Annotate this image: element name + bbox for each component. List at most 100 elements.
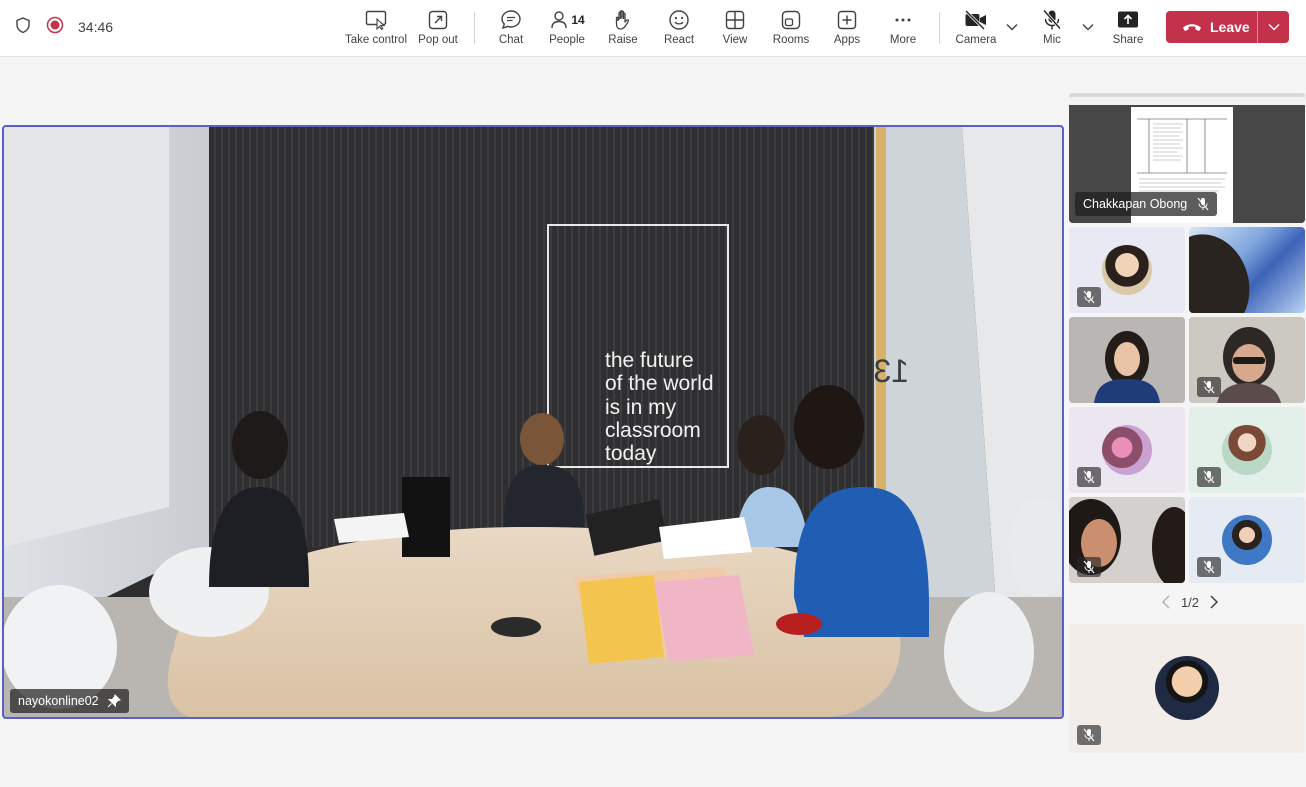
phone-hangup-icon: [1183, 24, 1201, 31]
react-icon: [668, 8, 690, 32]
participant-video: [1189, 234, 1250, 313]
more-button[interactable]: More: [884, 0, 922, 54]
participant-muted-badge: [1077, 287, 1101, 307]
people-icon: [551, 11, 568, 29]
gallery-pager: 1/2: [1150, 591, 1230, 613]
rooms-icon: [781, 8, 801, 32]
chat-label: Chat: [498, 34, 524, 46]
take-control-label: Take control: [345, 34, 408, 46]
apps-label: Apps: [833, 34, 861, 46]
pop-out-icon: [428, 8, 448, 32]
meeting-timer: 34:46: [78, 19, 114, 35]
participant-avatar: [1102, 425, 1152, 475]
participant-video: [1069, 317, 1185, 403]
mic-button[interactable]: Mic: [1034, 0, 1070, 54]
shared-screen-tile[interactable]: Chakkapan Obong: [1069, 93, 1305, 223]
glass-wall-number: 13: [873, 353, 909, 389]
participant-tile[interactable]: [1189, 227, 1305, 313]
camera-label: Camera: [955, 34, 997, 46]
toolbar-divider: [939, 12, 940, 44]
mic-off-icon: [1197, 197, 1209, 211]
mic-off-icon: [1203, 380, 1215, 394]
mic-off-icon: [1042, 8, 1062, 32]
camera-options-chevron-down-icon[interactable]: [1005, 20, 1019, 34]
mic-label: Mic: [1043, 34, 1061, 46]
chat-icon: [500, 8, 522, 32]
react-label: React: [663, 34, 695, 46]
shield-icon[interactable]: [14, 16, 32, 39]
wall-quote-line: classroom: [605, 419, 701, 442]
raise-hand-icon: [613, 8, 633, 32]
rooms-button[interactable]: Rooms: [770, 0, 812, 54]
next-page-chevron-right-icon[interactable]: [1209, 595, 1219, 609]
participant-tile[interactable]: [1069, 227, 1185, 313]
wall-quote-line: the future: [605, 349, 694, 372]
view-grid-icon: [725, 8, 745, 32]
wall-quote-line: of the world: [605, 372, 714, 395]
participant-avatar: [1102, 245, 1152, 295]
participant-muted-badge: [1197, 557, 1221, 577]
pop-out-label: Pop out: [418, 34, 458, 46]
mic-options-chevron-down-icon[interactable]: [1081, 20, 1095, 34]
participant-tile[interactable]: [1189, 497, 1305, 583]
take-control-icon: [365, 8, 387, 32]
share-label: Share: [1112, 34, 1144, 46]
meeting-status: 34:46: [14, 0, 113, 54]
participant-tile[interactable]: [1189, 317, 1305, 403]
mic-off-icon: [1083, 560, 1095, 574]
self-muted-badge: [1077, 725, 1101, 745]
raise-hand-button[interactable]: Raise: [604, 0, 642, 54]
react-button[interactable]: React: [660, 0, 698, 54]
participant-tile[interactable]: [1069, 317, 1185, 403]
previous-page-chevron-left-icon[interactable]: [1161, 595, 1171, 609]
shared-screen-name-tag: Chakkapan Obong: [1075, 192, 1218, 216]
toolbar-divider: [474, 12, 475, 44]
more-icon: [893, 8, 913, 32]
view-button[interactable]: View: [716, 0, 754, 54]
recording-icon: [46, 16, 64, 39]
apps-icon: [837, 8, 857, 32]
people-button[interactable]: 14 People: [545, 0, 589, 54]
wall-quote-line: today: [605, 442, 657, 465]
presenter-name: Chakkapan Obong: [1083, 197, 1188, 211]
more-label: More: [889, 34, 917, 46]
leave-button[interactable]: Leave: [1166, 11, 1289, 43]
wall-quote-line: is in my: [605, 396, 677, 419]
participant-tile[interactable]: [1189, 407, 1305, 493]
raise-label: Raise: [608, 34, 638, 46]
mic-off-icon: [1083, 728, 1095, 742]
camera-button[interactable]: Camera: [954, 0, 998, 54]
people-icon-group: 14: [549, 8, 585, 32]
meeting-toolbar: 34:46 Take control Pop out Chat 14 Peopl…: [0, 0, 1306, 57]
conference-room-video: the future of the world is in my classro…: [4, 127, 1062, 717]
participant-muted-badge: [1077, 557, 1101, 577]
camera-off-icon: [964, 8, 988, 32]
participant-muted-badge: [1197, 377, 1221, 397]
participant-tile[interactable]: [1069, 407, 1185, 493]
share-icon: [1117, 8, 1139, 32]
take-control-button[interactable]: Take control: [345, 0, 408, 54]
people-count: 14: [571, 13, 585, 27]
mic-off-icon: [1083, 290, 1095, 304]
participant-name: nayokonline02: [18, 694, 99, 708]
mic-off-icon: [1083, 470, 1095, 484]
participant-tile[interactable]: [1069, 497, 1185, 583]
self-avatar: [1155, 656, 1219, 720]
chat-button[interactable]: Chat: [491, 0, 531, 54]
participant-muted-badge: [1197, 467, 1221, 487]
rooms-label: Rooms: [772, 34, 810, 46]
participant-muted-badge: [1077, 467, 1101, 487]
participant-avatar: [1222, 425, 1272, 475]
pop-out-button[interactable]: Pop out: [416, 0, 460, 54]
mic-off-icon: [1203, 470, 1215, 484]
participant-avatar: [1222, 515, 1272, 565]
main-video-stage[interactable]: the future of the world is in my classro…: [2, 125, 1064, 719]
leave-options-chevron-down-icon[interactable]: [1258, 11, 1289, 43]
pin-icon[interactable]: [107, 694, 121, 708]
leave-main[interactable]: Leave: [1166, 11, 1258, 43]
apps-button[interactable]: Apps: [828, 0, 866, 54]
participant-name-tag: nayokonline02: [10, 689, 129, 713]
page-indicator: 1/2: [1180, 594, 1200, 610]
share-button[interactable]: Share: [1110, 0, 1146, 54]
self-view-tile[interactable]: [1069, 624, 1305, 753]
